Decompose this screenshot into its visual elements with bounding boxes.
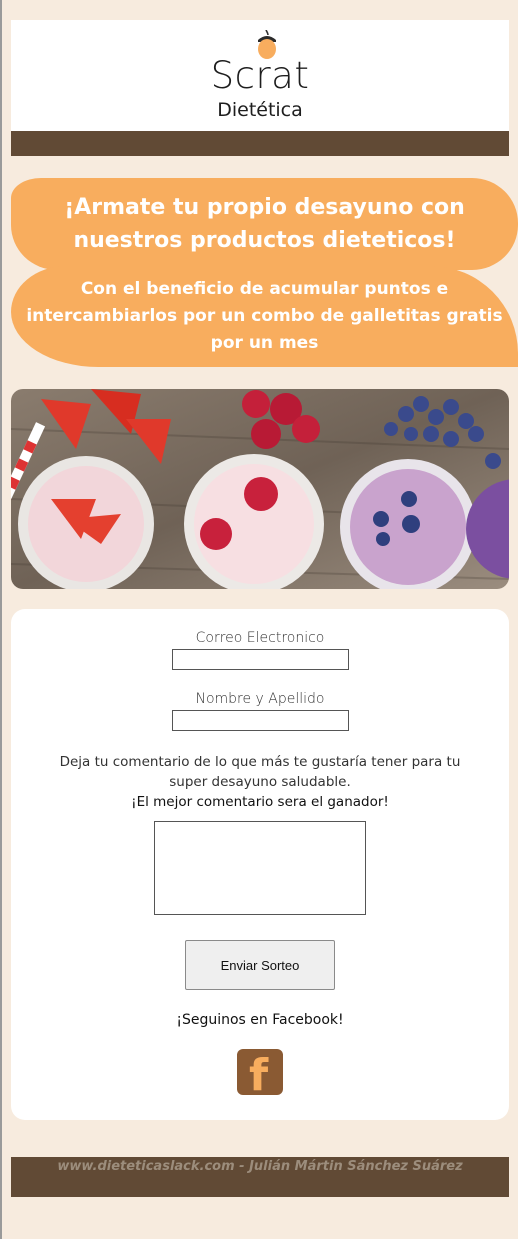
- promo-headline: ¡Armate tu propio desayuno con nuestros …: [11, 178, 518, 270]
- comment-highlight: ¡El mejor comentario sera el ganador!: [131, 794, 389, 810]
- brand-subtitle: Dietética: [217, 99, 303, 121]
- submit-button[interactable]: Enviar Sorteo: [185, 940, 335, 990]
- follow-facebook-text: ¡Seguinos en Facebook!: [176, 1012, 344, 1028]
- comment-prompt: Deja tu comentario de lo que más te gust…: [59, 754, 461, 790]
- footer-text: www.dieteticaslack.com - Julián Mártin S…: [57, 1159, 463, 1174]
- comment-instructions: Deja tu comentario de lo que más te gust…: [41, 752, 479, 812]
- comment-textarea[interactable]: [154, 821, 366, 915]
- brand-name: Scrat: [210, 54, 310, 97]
- facebook-icon[interactable]: f: [237, 1049, 283, 1095]
- email-label: Correo Electronico: [195, 630, 325, 646]
- smoothies-illustration: [11, 389, 509, 589]
- hero-image-smoothies: [11, 389, 509, 589]
- site-header: Scrat Dietética: [11, 20, 509, 131]
- name-field[interactable]: [172, 710, 349, 731]
- promo-benefit: Con el beneficio de acumular puntos e in…: [11, 266, 518, 367]
- email-field[interactable]: [172, 649, 349, 670]
- name-label: Nombre y Apellido: [195, 691, 325, 707]
- header-divider-bar: [11, 131, 509, 156]
- site-footer: www.dieteticaslack.com - Julián Mártin S…: [11, 1157, 509, 1197]
- sweepstakes-form: Correo Electronico Nombre y Apellido Dej…: [11, 609, 509, 1120]
